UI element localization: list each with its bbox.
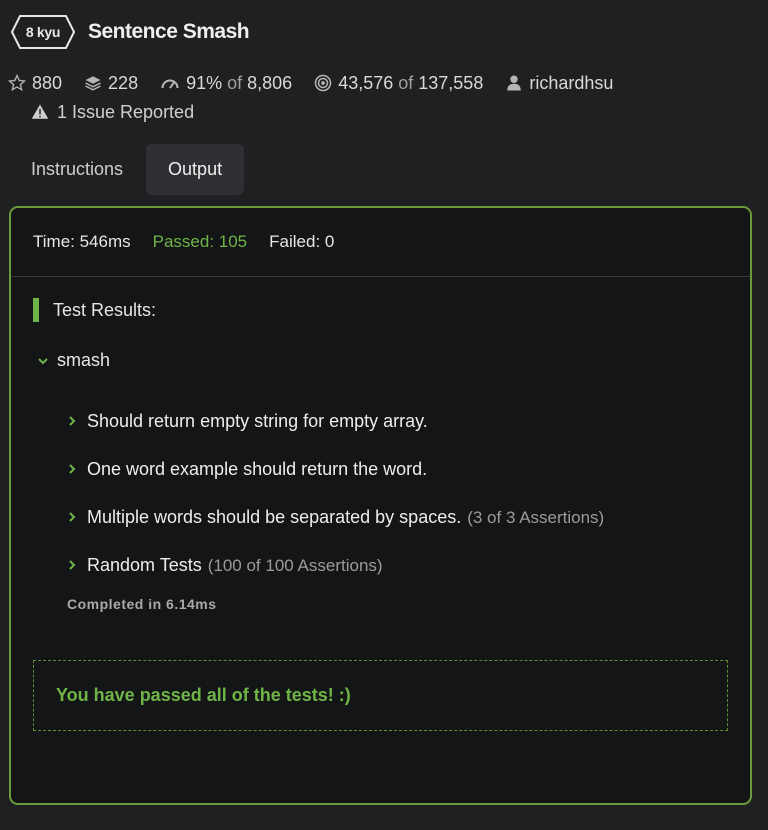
test-title: Random Tests <box>87 555 202 575</box>
kata-header: 8 kyu Sentence Smash <box>10 14 250 50</box>
chevron-right-icon <box>67 559 77 571</box>
results-title: Test Results: <box>53 299 157 320</box>
chevron-right-icon <box>67 511 77 523</box>
collections-count: 228 <box>108 72 139 93</box>
test-title: Should return empty string for empty arr… <box>87 411 428 431</box>
test-title: Multiple words should be separated by sp… <box>87 507 462 527</box>
satisfaction-of: of <box>227 72 243 93</box>
failed-count: Failed: 0 <box>269 232 335 251</box>
test-item[interactable]: Should return empty string for empty arr… <box>67 411 428 432</box>
test-summary: Time: 546ms Passed: 105 Failed: 0 <box>11 208 750 277</box>
issues-label: 1 Issue Reported <box>57 101 195 122</box>
test-item[interactable]: Random Tests (100 of 100 Assertions) <box>67 555 383 576</box>
warning-icon <box>31 103 49 121</box>
author-stat[interactable]: richardhsu <box>505 73 613 94</box>
stars-count: 880 <box>32 72 63 93</box>
attempted-count: 137,558 <box>418 72 484 93</box>
issues-link[interactable]: 1 Issue Reported <box>31 100 194 124</box>
kata-title[interactable]: Sentence Smash <box>88 20 250 44</box>
layers-icon <box>84 74 102 92</box>
user-icon <box>505 74 523 92</box>
time-label: Time: 546ms <box>33 232 131 251</box>
completed-of: of <box>398 72 414 93</box>
test-item[interactable]: One word example should return the word. <box>67 459 427 480</box>
describe-title: smash <box>57 350 111 370</box>
passed-count: Passed: 105 <box>152 232 248 251</box>
tab-instructions[interactable]: Instructions <box>14 144 140 195</box>
test-item[interactable]: Multiple words should be separated by sp… <box>67 507 604 528</box>
results-accent-bar <box>33 298 39 322</box>
assertion-count: (100 of 100 Assertions) <box>207 556 383 575</box>
completed-count: 43,576 <box>338 72 394 93</box>
tab-output[interactable]: Output <box>146 144 245 195</box>
test-results: Test Results: smash Should return empty … <box>33 298 728 612</box>
chevron-right-icon <box>67 415 77 427</box>
stars-stat[interactable]: 880 <box>8 73 62 94</box>
assertion-count: (3 of 3 Assertions) <box>467 508 605 527</box>
tab-bar: Instructions Output <box>14 144 245 195</box>
rank-badge: 8 kyu <box>10 14 76 50</box>
chevron-down-icon <box>37 355 49 367</box>
target-icon <box>314 74 332 92</box>
star-icon <box>8 74 26 92</box>
rank-label: 8 kyu <box>25 24 61 40</box>
satisfaction-rating: 91% <box>186 72 223 93</box>
gauge-icon <box>160 74 180 92</box>
completion-stat: 43,576 of 137,558 <box>314 73 483 94</box>
results-heading: Test Results: <box>33 298 728 322</box>
satisfaction-stat: 91% of 8,806 <box>160 73 292 94</box>
satisfaction-votes: 8,806 <box>247 72 293 93</box>
chevron-right-icon <box>67 463 77 475</box>
describe-block-toggle[interactable]: smash <box>37 350 110 371</box>
completed-time: Completed in 6.14ms <box>67 596 217 612</box>
author-name[interactable]: richardhsu <box>529 73 613 94</box>
kata-stats: 880 228 91% of 8,806 43,576 of 137,558 r… <box>8 70 635 96</box>
test-title: One word example should return the word. <box>87 459 428 479</box>
success-message: You have passed all of the tests! :) <box>33 660 728 731</box>
collections-stat[interactable]: 228 <box>84 73 138 94</box>
output-panel: Time: 546ms Passed: 105 Failed: 0 Test R… <box>9 206 752 805</box>
